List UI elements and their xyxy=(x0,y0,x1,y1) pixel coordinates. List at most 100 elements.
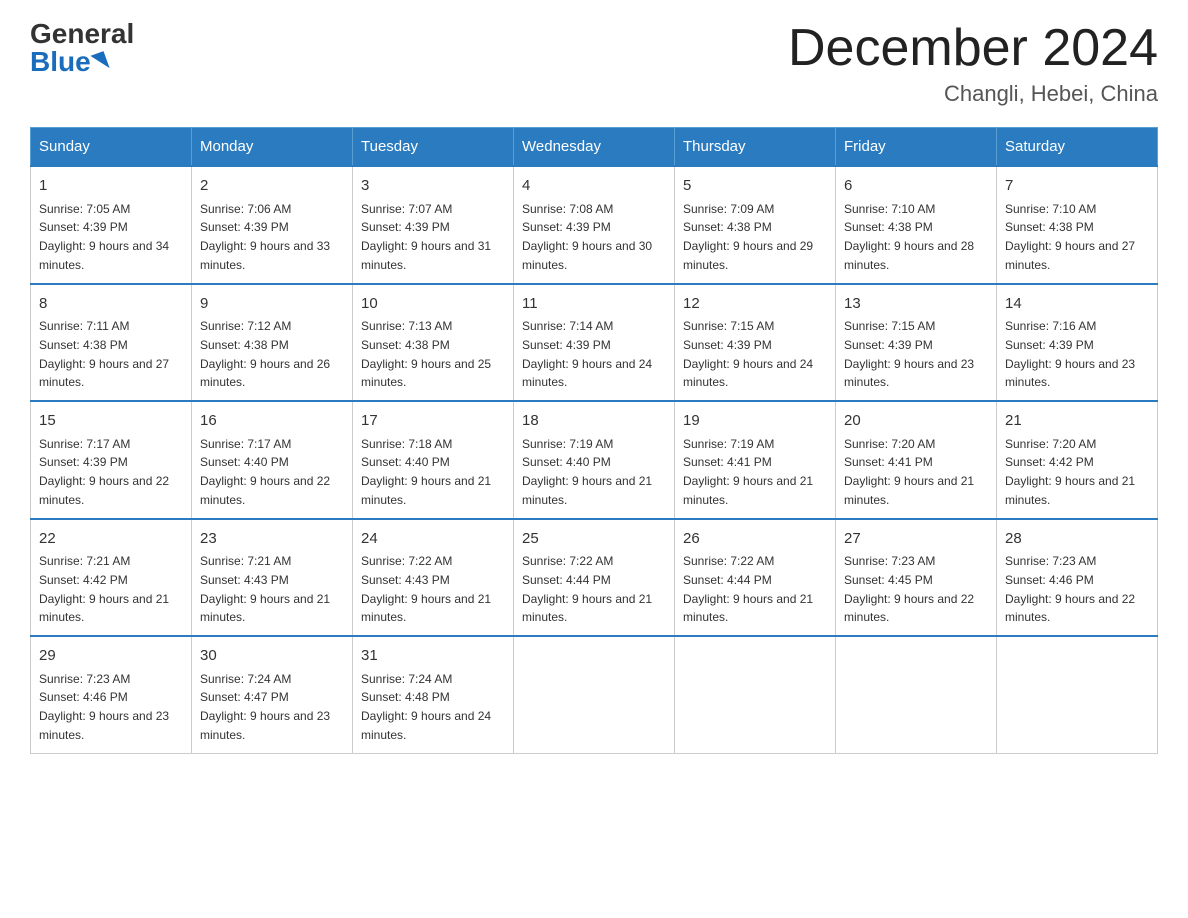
calendar-cell: 28 Sunrise: 7:23 AMSunset: 4:46 PMDayligh… xyxy=(997,519,1158,637)
day-number: 4 xyxy=(522,175,666,198)
calendar-cell: 18Sunrise: 7:19 AMSunset: 4:40 PMDayligh… xyxy=(514,401,675,519)
day-number: 29 xyxy=(39,645,183,668)
logo-triangle-icon xyxy=(90,51,109,73)
day-number: 7 xyxy=(1005,175,1149,198)
week-row-1: 1 Sunrise: 7:05 AMSunset: 4:39 PMDaylight… xyxy=(31,166,1158,284)
day-number: 23 xyxy=(200,528,344,551)
day-info: Sunrise: 7:22 AMSunset: 4:44 PMDaylight:… xyxy=(683,554,813,624)
day-info: Sunrise: 7:15 AMSunset: 4:39 PMDaylight:… xyxy=(844,319,974,389)
weekday-header-thursday: Thursday xyxy=(675,128,836,167)
day-number: 3 xyxy=(361,175,505,198)
weekday-header-friday: Friday xyxy=(836,128,997,167)
day-number: 8 xyxy=(39,293,183,316)
day-info: Sunrise: 7:19 AMSunset: 4:40 PMDaylight:… xyxy=(522,437,652,507)
week-row-5: 29 Sunrise: 7:23 AMSunset: 4:46 PMDayligh… xyxy=(31,636,1158,753)
day-number: 30 xyxy=(200,645,344,668)
day-info: Sunrise: 7:20 AMSunset: 4:42 PMDaylight:… xyxy=(1005,437,1135,507)
month-title: December 2024 xyxy=(788,20,1158,77)
calendar-cell: 22Sunrise: 7:21 AMSunset: 4:42 PMDayligh… xyxy=(31,519,192,637)
day-number: 24 xyxy=(361,528,505,551)
calendar-cell: 31 Sunrise: 7:24 AMSunset: 4:48 PMDayligh… xyxy=(353,636,514,753)
calendar-cell: 19Sunrise: 7:19 AMSunset: 4:41 PMDayligh… xyxy=(675,401,836,519)
calendar-cell: 3Sunrise: 7:07 AMSunset: 4:39 PMDaylight… xyxy=(353,166,514,284)
weekday-header-saturday: Saturday xyxy=(997,128,1158,167)
day-info: Sunrise: 7:23 AMSunset: 4:46 PMDaylight:… xyxy=(1005,554,1135,624)
day-number: 19 xyxy=(683,410,827,433)
day-number: 31 xyxy=(361,645,505,668)
calendar-cell: 21 Sunrise: 7:20 AMSunset: 4:42 PMDayligh… xyxy=(997,401,1158,519)
calendar-table: SundayMondayTuesdayWednesdayThursdayFrid… xyxy=(30,127,1158,754)
day-number: 21 xyxy=(1005,410,1149,433)
page-header: General Blue December 2024 Changli, Hebe… xyxy=(30,20,1158,107)
day-number: 6 xyxy=(844,175,988,198)
calendar-cell: 30 Sunrise: 7:24 AMSunset: 4:47 PMDayligh… xyxy=(192,636,353,753)
calendar-cell: 7 Sunrise: 7:10 AMSunset: 4:38 PMDaylight… xyxy=(997,166,1158,284)
calendar-cell xyxy=(514,636,675,753)
day-info: Sunrise: 7:17 AMSunset: 4:39 PMDaylight:… xyxy=(39,437,169,507)
weekday-header-wednesday: Wednesday xyxy=(514,128,675,167)
location-title: Changli, Hebei, China xyxy=(788,81,1158,107)
day-info: Sunrise: 7:23 AMSunset: 4:45 PMDaylight:… xyxy=(844,554,974,624)
day-number: 17 xyxy=(361,410,505,433)
calendar-cell: 15Sunrise: 7:17 AMSunset: 4:39 PMDayligh… xyxy=(31,401,192,519)
calendar-cell: 9 Sunrise: 7:12 AMSunset: 4:38 PMDaylight… xyxy=(192,284,353,402)
day-info: Sunrise: 7:18 AMSunset: 4:40 PMDaylight:… xyxy=(361,437,491,507)
calendar-cell: 4 Sunrise: 7:08 AMSunset: 4:39 PMDaylight… xyxy=(514,166,675,284)
day-number: 11 xyxy=(522,293,666,316)
day-info: Sunrise: 7:23 AMSunset: 4:46 PMDaylight:… xyxy=(39,672,169,742)
day-info: Sunrise: 7:10 AMSunset: 4:38 PMDaylight:… xyxy=(844,202,974,272)
day-info: Sunrise: 7:21 AMSunset: 4:43 PMDaylight:… xyxy=(200,554,330,624)
day-number: 10 xyxy=(361,293,505,316)
day-info: Sunrise: 7:21 AMSunset: 4:42 PMDaylight:… xyxy=(39,554,169,624)
day-info: Sunrise: 7:09 AMSunset: 4:38 PMDaylight:… xyxy=(683,202,813,272)
day-number: 25 xyxy=(522,528,666,551)
day-number: 28 xyxy=(1005,528,1149,551)
day-number: 5 xyxy=(683,175,827,198)
calendar-cell: 23 Sunrise: 7:21 AMSunset: 4:43 PMDayligh… xyxy=(192,519,353,637)
calendar-cell: 17 Sunrise: 7:18 AMSunset: 4:40 PMDayligh… xyxy=(353,401,514,519)
day-info: Sunrise: 7:05 AMSunset: 4:39 PMDaylight:… xyxy=(39,202,169,272)
calendar-cell: 25 Sunrise: 7:22 AMSunset: 4:44 PMDayligh… xyxy=(514,519,675,637)
day-number: 12 xyxy=(683,293,827,316)
calendar-cell: 11Sunrise: 7:14 AMSunset: 4:39 PMDayligh… xyxy=(514,284,675,402)
day-number: 1 xyxy=(39,175,183,198)
calendar-cell: 10 Sunrise: 7:13 AMSunset: 4:38 PMDayligh… xyxy=(353,284,514,402)
week-row-4: 22Sunrise: 7:21 AMSunset: 4:42 PMDayligh… xyxy=(31,519,1158,637)
day-info: Sunrise: 7:17 AMSunset: 4:40 PMDaylight:… xyxy=(200,437,330,507)
calendar-cell: 20Sunrise: 7:20 AMSunset: 4:41 PMDayligh… xyxy=(836,401,997,519)
calendar-cell: 1 Sunrise: 7:05 AMSunset: 4:39 PMDaylight… xyxy=(31,166,192,284)
day-number: 9 xyxy=(200,293,344,316)
day-info: Sunrise: 7:16 AMSunset: 4:39 PMDaylight:… xyxy=(1005,319,1135,389)
day-info: Sunrise: 7:08 AMSunset: 4:39 PMDaylight:… xyxy=(522,202,652,272)
logo-general-text: General xyxy=(30,20,134,48)
day-info: Sunrise: 7:13 AMSunset: 4:38 PMDaylight:… xyxy=(361,319,491,389)
calendar-cell: 6 Sunrise: 7:10 AMSunset: 4:38 PMDaylight… xyxy=(836,166,997,284)
calendar-cell: 27Sunrise: 7:23 AMSunset: 4:45 PMDayligh… xyxy=(836,519,997,637)
day-info: Sunrise: 7:24 AMSunset: 4:48 PMDaylight:… xyxy=(361,672,491,742)
day-info: Sunrise: 7:22 AMSunset: 4:44 PMDaylight:… xyxy=(522,554,652,624)
logo-blue-text: Blue xyxy=(30,48,107,76)
calendar-cell xyxy=(675,636,836,753)
day-number: 26 xyxy=(683,528,827,551)
weekday-header-sunday: Sunday xyxy=(31,128,192,167)
week-row-2: 8 Sunrise: 7:11 AMSunset: 4:38 PMDaylight… xyxy=(31,284,1158,402)
calendar-cell xyxy=(997,636,1158,753)
day-info: Sunrise: 7:11 AMSunset: 4:38 PMDaylight:… xyxy=(39,319,169,389)
calendar-cell: 29 Sunrise: 7:23 AMSunset: 4:46 PMDayligh… xyxy=(31,636,192,753)
calendar-cell xyxy=(836,636,997,753)
day-info: Sunrise: 7:15 AMSunset: 4:39 PMDaylight:… xyxy=(683,319,813,389)
day-number: 16 xyxy=(200,410,344,433)
day-info: Sunrise: 7:24 AMSunset: 4:47 PMDaylight:… xyxy=(200,672,330,742)
logo: General Blue xyxy=(30,20,134,76)
calendar-cell: 12 Sunrise: 7:15 AMSunset: 4:39 PMDayligh… xyxy=(675,284,836,402)
calendar-cell: 5 Sunrise: 7:09 AMSunset: 4:38 PMDaylight… xyxy=(675,166,836,284)
day-info: Sunrise: 7:20 AMSunset: 4:41 PMDaylight:… xyxy=(844,437,974,507)
calendar-cell: 26 Sunrise: 7:22 AMSunset: 4:44 PMDayligh… xyxy=(675,519,836,637)
calendar-cell: 2Sunrise: 7:06 AMSunset: 4:39 PMDaylight… xyxy=(192,166,353,284)
calendar-header-row: SundayMondayTuesdayWednesdayThursdayFrid… xyxy=(31,128,1158,167)
day-info: Sunrise: 7:12 AMSunset: 4:38 PMDaylight:… xyxy=(200,319,330,389)
day-info: Sunrise: 7:06 AMSunset: 4:39 PMDaylight:… xyxy=(200,202,330,272)
calendar-cell: 8 Sunrise: 7:11 AMSunset: 4:38 PMDaylight… xyxy=(31,284,192,402)
day-info: Sunrise: 7:10 AMSunset: 4:38 PMDaylight:… xyxy=(1005,202,1135,272)
day-number: 13 xyxy=(844,293,988,316)
